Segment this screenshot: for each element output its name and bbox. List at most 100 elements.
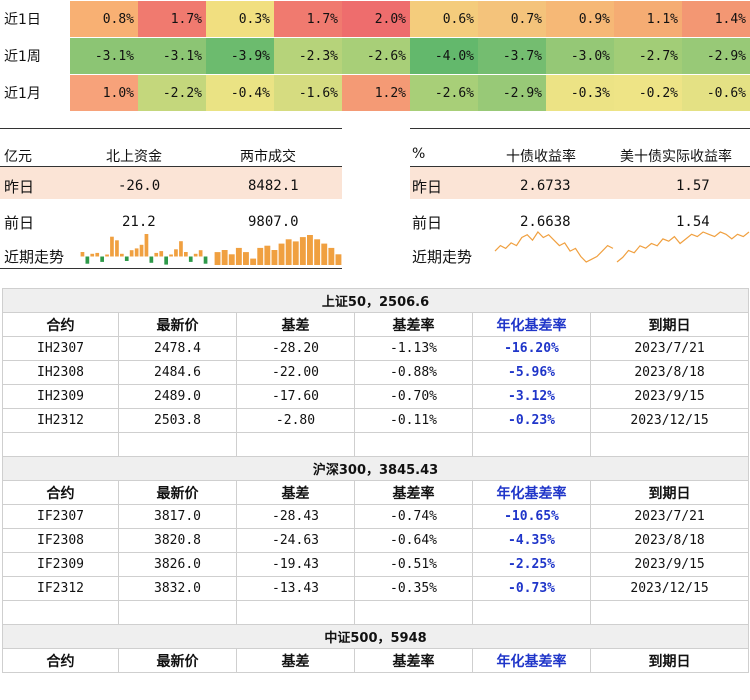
- futures-cell: -16.20%: [472, 336, 591, 361]
- futures-cell: -13.43: [236, 576, 355, 601]
- futures-cell: 2023/8/18: [589, 360, 750, 385]
- spark-bar: [134, 248, 139, 257]
- futures-cell: IF2308: [2, 528, 119, 553]
- spark-bar: [149, 256, 154, 263]
- heatmap-cell: -3.7%: [478, 37, 546, 75]
- spark-bar: [285, 239, 292, 265]
- futures-group-title-row: 上证50，2506.6: [1, 288, 750, 313]
- heatmap-cell: 0.9%: [546, 0, 614, 38]
- futures-column-header-row: 合约 最新价 基差 基差率 年化基差率 到期日: [2, 648, 750, 673]
- heatmap-row-label: 近1日: [0, 0, 70, 38]
- spark-bar: [95, 252, 100, 257]
- futures-cell: IH2308: [2, 360, 119, 385]
- futures-spacer-cell: [472, 432, 591, 457]
- column-header: 年化基差率: [472, 480, 591, 505]
- heatmap-cell: -3.1%: [138, 37, 206, 75]
- northbound-header: 北上资金: [106, 149, 162, 165]
- futures-cell: -24.63: [236, 528, 355, 553]
- futures-cell: IH2309: [2, 384, 119, 409]
- futures-spacer-cell: [118, 600, 237, 625]
- heatmap-cell: -2.9%: [478, 74, 546, 112]
- futures-cell: 3826.0: [118, 552, 237, 577]
- futures-column-header-row: 合约 最新价 基差 基差率 年化基差率 到期日: [2, 480, 750, 505]
- column-header: 最新价: [118, 648, 237, 673]
- futures-spacer-cell: [354, 432, 473, 457]
- futures-group-title: 中证500，5948: [1, 624, 750, 649]
- heatmap-row-label: 近1周: [0, 37, 70, 75]
- spark-bar: [129, 250, 134, 257]
- spark-bar: [164, 256, 168, 265]
- futures-cell: 2023/12/15: [589, 576, 750, 601]
- futures-contract-row: IF2312 3832.0 -13.43 -0.35% -0.73% 2023/12/15: [2, 576, 750, 601]
- heatmap-row: 近1月 1.0% -2.2% -0.4% -1.6% 1.2% -2.6% -2.9% -0.3…: [0, 74, 750, 112]
- turnover-day-before: 9807.0: [248, 214, 299, 230]
- heatmap-row: 近1周 -3.1% -3.1% -3.9% -2.3% -2.6% -4.0% -3.7% -3…: [0, 37, 750, 75]
- heatmap-cell: 2.0%: [342, 0, 410, 38]
- futures-cell: -19.43: [236, 552, 355, 577]
- futures-cell: -28.43: [236, 504, 355, 529]
- fund-flow-panel: 亿元 北上资金 两市成交 昨日 -26.0 8482.1 前日 21.2 980…: [0, 128, 342, 269]
- column-header: 最新价: [118, 480, 237, 505]
- futures-cell: 2023/12/15: [589, 408, 750, 433]
- column-header: 基差率: [354, 480, 473, 505]
- futures-column-header-row: 合约 最新价 基差 基差率 年化基差率 到期日: [2, 312, 750, 337]
- spark-bar: [120, 253, 124, 257]
- spark-bar: [85, 256, 90, 264]
- column-header: 基差率: [354, 648, 473, 673]
- spark-bar: [271, 250, 278, 265]
- futures-group-title-row: 沪深300，3845.43: [1, 456, 750, 481]
- futures-cell: 2023/9/15: [589, 552, 750, 577]
- spark-bar: [144, 234, 149, 257]
- futures-cell: -2.25%: [472, 552, 591, 577]
- futures-cell: 2023/7/21: [589, 336, 750, 361]
- us10y-real-trend-sparkline: [616, 231, 750, 263]
- futures-contract-row: IF2308 3820.8 -24.63 -0.64% -4.35% 2023/8/18: [2, 528, 750, 553]
- futures-cell: -0.70%: [354, 384, 473, 409]
- turnover-trend-sparkbars: [214, 235, 342, 265]
- futures-cell: -0.35%: [354, 576, 473, 601]
- heatmap-row-label: 近1月: [0, 74, 70, 112]
- spark-bar: [250, 258, 257, 265]
- trend-label: 近期走势: [4, 248, 65, 266]
- column-header: 合约: [2, 312, 119, 337]
- spark-bar: [193, 253, 198, 257]
- spark-bar: [278, 243, 285, 265]
- column-header: 合约: [2, 480, 119, 505]
- spark-bar: [110, 236, 114, 257]
- futures-cell: IF2309: [2, 552, 119, 577]
- heatmap-cell: -0.4%: [206, 74, 274, 112]
- yesterday-label: 昨日: [412, 178, 443, 196]
- turnover-header: 两市成交: [240, 149, 296, 165]
- futures-contract-row: IH2309 2489.0 -17.60 -0.70% -3.12% 2023/9/15: [2, 384, 750, 409]
- futures-cell: 3820.8: [118, 528, 237, 553]
- futures-cell: -2.80: [236, 408, 355, 433]
- futures-group-title: 上证50，2506.6: [1, 288, 750, 313]
- futures-cell: 3832.0: [118, 576, 237, 601]
- day-before-label: 前日: [412, 214, 443, 232]
- cn10y-header: 十债收益率: [506, 149, 576, 165]
- spark-bar: [257, 247, 264, 265]
- column-header: 基差: [236, 648, 355, 673]
- heatmap-cell: 0.8%: [70, 0, 138, 38]
- futures-cell: -28.20: [236, 336, 355, 361]
- futures-cell: IH2312: [2, 408, 119, 433]
- heatmap-cell: -2.6%: [410, 74, 478, 112]
- heatmap-cell: -2.2%: [138, 74, 206, 112]
- futures-cell: 2478.4: [118, 336, 237, 361]
- futures-cell: IF2312: [2, 576, 119, 601]
- spark-bar: [221, 250, 228, 265]
- futures-contract-row: IH2307 2478.4 -28.20 -1.13% -16.20% 2023/7/21: [2, 336, 750, 361]
- unit-label: %: [412, 146, 426, 162]
- futures-cell: 2023/8/18: [589, 528, 750, 553]
- heatmap-cell: -4.0%: [410, 37, 478, 75]
- spark-bar: [264, 245, 271, 265]
- unit-label: 亿元: [4, 149, 32, 165]
- futures-cell: -0.23%: [472, 408, 591, 433]
- column-header: 到期日: [589, 480, 750, 505]
- futures-cell: -0.51%: [354, 552, 473, 577]
- heatmap-cell: -2.9%: [682, 37, 750, 75]
- cn10y-trend-sparkline: [494, 231, 614, 263]
- column-header: 到期日: [589, 312, 750, 337]
- futures-cell: 2484.6: [118, 360, 237, 385]
- futures-contract-row: IF2307 3817.0 -28.43 -0.74% -10.65% 2023/7/21: [2, 504, 750, 529]
